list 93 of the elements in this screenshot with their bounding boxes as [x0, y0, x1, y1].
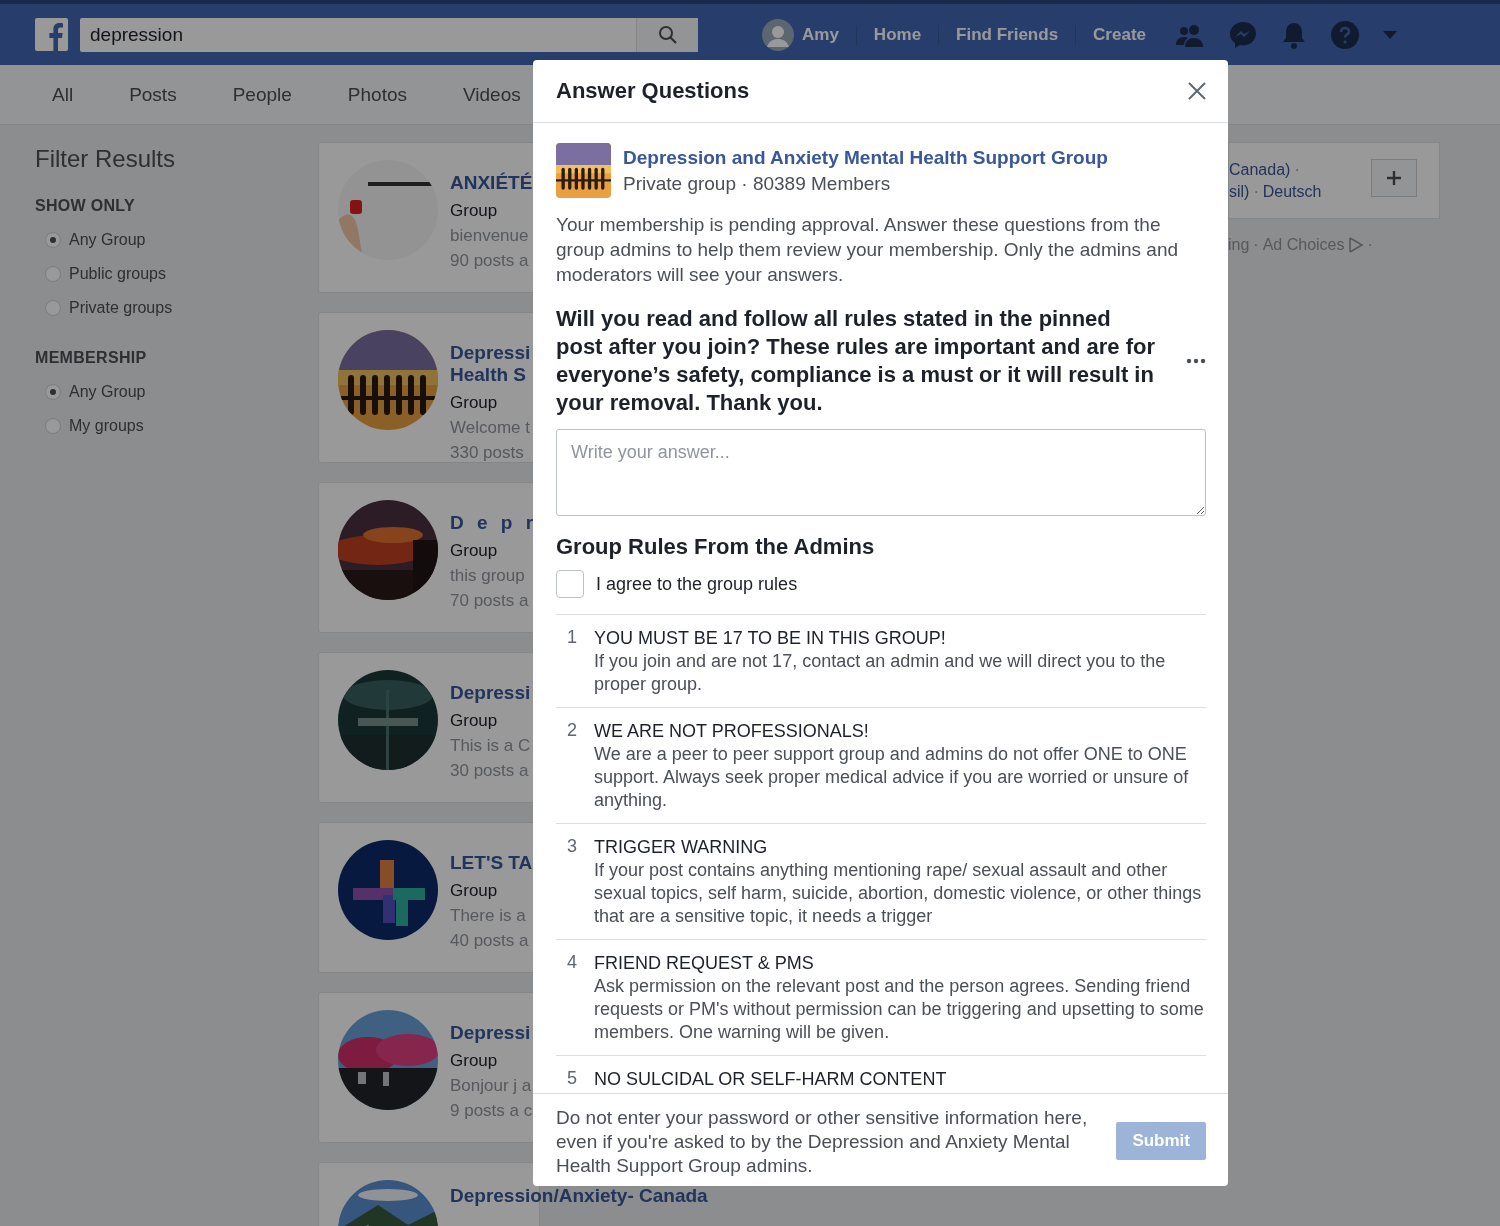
radio-button[interactable]	[45, 266, 61, 282]
group-title-link[interactable]: LET'S TA	[450, 852, 533, 874]
rule-number: 1	[566, 627, 578, 649]
post-count: 70 posts a	[450, 591, 530, 611]
search-button[interactable]	[636, 17, 698, 52]
nav-link[interactable]: Find Friends	[938, 24, 1076, 45]
rule-text: If you join and are not 17, contact an admin and we will direct you to the proper group.	[594, 650, 1167, 696]
result-type: Group	[450, 541, 499, 561]
tab[interactable]: Posts	[129, 83, 177, 106]
tab[interactable]: People	[232, 83, 292, 106]
dialog-title: Answer Questions	[556, 78, 750, 104]
radio-button[interactable]	[45, 300, 61, 316]
rule-text: Ask permission on the relevant post and the person agrees. Sending friend requests or PM's without permission can be triggering and upsetting to some members. One warning will be given.	[594, 975, 1205, 1044]
caret-icon	[1383, 29, 1397, 40]
group-name-link[interactable]: Depression and Anxiety Mental Health Support Group	[623, 146, 1108, 169]
group-title-link[interactable]: Depressi Health S	[450, 342, 531, 386]
result-description: this group	[450, 566, 526, 586]
result-type: Group	[450, 711, 499, 731]
result-type: Group	[450, 393, 499, 413]
search-field[interactable]: depression	[80, 17, 636, 52]
avatar-icon[interactable]	[762, 18, 794, 51]
nav-link[interactable]: Home	[855, 24, 939, 45]
more-icon[interactable]	[1186, 358, 1206, 364]
language-link[interactable]: Canada)	[1229, 161, 1291, 178]
filter-title: Filter Results	[35, 145, 177, 173]
result-type: Group	[450, 881, 499, 901]
close-icon	[1188, 82, 1206, 100]
radio-label[interactable]: My groups	[69, 417, 144, 435]
separator-dot: ·	[1253, 183, 1259, 200]
rule-title: WE ARE NOT PROFESSIONALS!	[594, 720, 870, 743]
group-title-link[interactable]: D e p r	[450, 512, 538, 534]
radio-label[interactable]: Public groups	[69, 265, 166, 283]
rule-number: 5	[566, 1068, 578, 1090]
play-triangle-icon[interactable]	[1347, 237, 1364, 253]
language-link[interactable]: sil)	[1229, 183, 1250, 200]
result-type: Group	[450, 1051, 499, 1071]
plus-icon	[1386, 170, 1402, 186]
separator-dot: ·	[1367, 236, 1373, 254]
profile-link[interactable]: Amy	[802, 24, 856, 45]
radio-button[interactable]	[45, 384, 61, 400]
tab[interactable]: All	[52, 83, 74, 106]
chat-bubble-icon	[1229, 20, 1257, 49]
radio-button[interactable]	[45, 232, 61, 248]
result-type: Group	[450, 201, 499, 221]
rule-title: FRIEND REQUEST & PMS	[594, 952, 815, 975]
post-count: 9 posts a c	[450, 1101, 533, 1121]
group-title-link[interactable]: Depression/Anxiety- Canada	[450, 1185, 708, 1207]
tab[interactable]: Videos	[463, 83, 521, 106]
result-description: Bonjour j a	[450, 1076, 533, 1096]
radio-label[interactable]: Private groups	[69, 299, 173, 317]
bell-icon	[1281, 20, 1307, 49]
nav-link[interactable]: Create	[1075, 24, 1163, 45]
rule-title: TRIGGER WARNING	[594, 836, 769, 859]
post-count: 90 posts a	[450, 251, 530, 271]
radio-label[interactable]: Any Group	[69, 231, 146, 249]
result-description: bienvenue	[450, 226, 530, 246]
post-count: 30 posts a	[450, 761, 530, 781]
rule-title: NO SULCIDAL OR SELF-HARM CONTENT	[594, 1068, 948, 1091]
rule-text: We are a peer to peer support group and admins do not offer ONE to ONE support. Always seek proper medical advice if you are worried or unsure of anything.	[594, 743, 1190, 812]
filter-heading: SHOW ONLY	[35, 197, 136, 215]
group-title-link[interactable]: ANXIÉTÉ	[450, 172, 533, 194]
radio-label[interactable]: Any Group	[69, 383, 146, 401]
intro-text: Your membership is pending approval. Answer these questions from the group admins to help them review your membership. Only the admins and moderators will see your answers.	[556, 213, 1180, 287]
result-description: There is a	[450, 906, 527, 926]
logo-icon[interactable]	[35, 18, 68, 51]
answer-field[interactable]: Write your answer...	[556, 429, 1206, 516]
search-icon	[657, 24, 678, 45]
agree-label[interactable]: I agree to the group rules	[596, 573, 798, 595]
separator-dot: ·	[1294, 161, 1300, 178]
question-text: Will you read and follow all rules stated in the pinned post after you join? These rules are important and are for everyone’s safety, compliance is a must or it will result in your removal. Thank you.	[556, 305, 1156, 417]
agree-checkbox[interactable]	[556, 570, 584, 598]
rules-heading: Group Rules From the Admins	[556, 534, 876, 560]
rule-title: YOU MUST BE 17 TO BE IN THIS GROUP!	[594, 627, 947, 650]
result-description: This is a C	[450, 736, 531, 756]
security-notice: Do not enter your password or other sensitive information here, even if you're asked to by the Depression and Anxiety Mental Health Support Group admins.	[556, 1106, 1089, 1178]
language-link[interactable]: Deutsch	[1262, 183, 1322, 200]
tab[interactable]: Photos	[347, 83, 407, 106]
post-count: 330 posts	[450, 443, 525, 463]
group-title-link[interactable]: Depressi	[450, 1022, 533, 1044]
help-icon	[1331, 20, 1359, 49]
rule-number: 2	[566, 720, 578, 742]
group-meta: Private group · 80389 Members	[623, 172, 892, 195]
result-description: Welcome t	[450, 418, 531, 438]
rule-number: 3	[566, 836, 578, 858]
filter-heading: MEMBERSHIP	[35, 349, 148, 367]
group-title-link[interactable]: Depressi	[450, 682, 531, 704]
add-language-button[interactable]	[1371, 159, 1417, 197]
radio-button[interactable]	[45, 418, 61, 434]
post-count: 40 posts a	[450, 931, 530, 951]
rule-text: If your post contains anything mentioning rape/ sexual assault and other sexual topics, self harm, suicide, abortion, domestic violence, or other things that are a sensitive topic, it needs a trigger	[594, 859, 1203, 928]
rule-number: 4	[566, 952, 578, 974]
separator-dot: ·	[1253, 236, 1259, 254]
people-icon	[1175, 22, 1205, 47]
